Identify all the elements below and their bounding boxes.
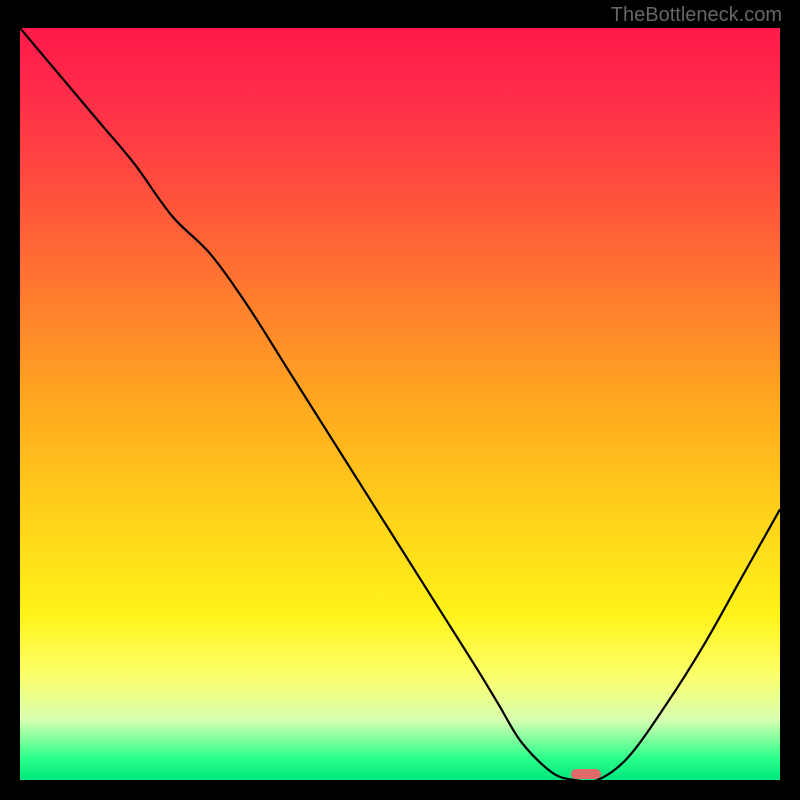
optimal-point-marker bbox=[571, 769, 601, 780]
watermark-text: TheBottleneck.com bbox=[611, 4, 782, 27]
chart-plot-area bbox=[20, 28, 780, 780]
bottleneck-curve bbox=[20, 28, 780, 780]
